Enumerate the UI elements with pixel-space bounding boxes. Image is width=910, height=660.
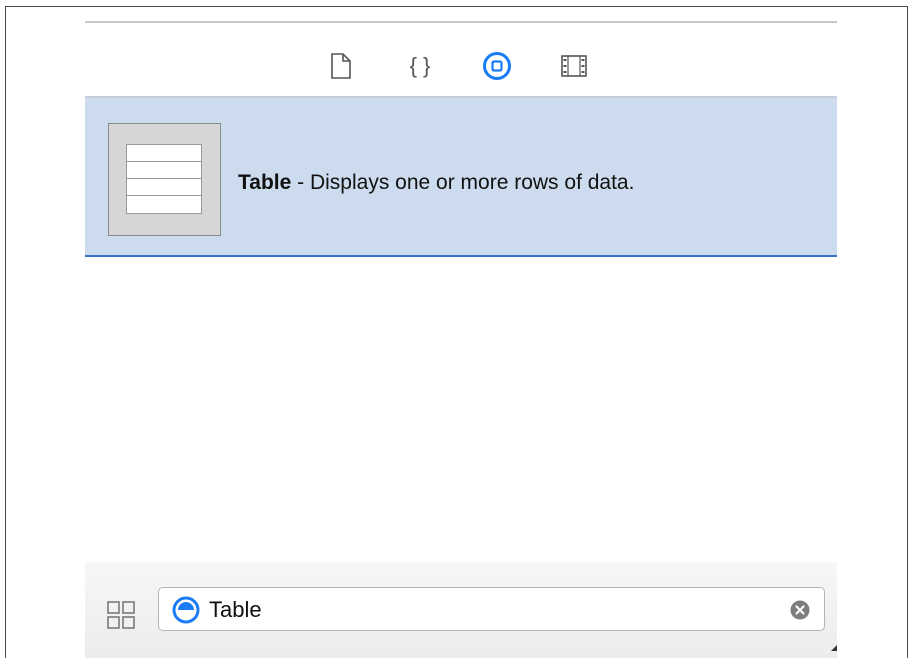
table-preview [126,144,202,214]
library-item-table[interactable]: Table - Displays one or more rows of dat… [85,96,837,257]
library-filter-input[interactable] [209,596,769,624]
description-separator: - [291,171,310,194]
object-library-icon [482,51,512,81]
top-separator [85,21,837,23]
braces-icon: { } [406,52,434,80]
tab-media-library[interactable] [559,51,589,81]
tab-code-snippet-library[interactable]: { } [405,51,435,81]
library-selector-bar: { } [85,43,837,85]
table-thumbnail-icon [108,123,221,236]
tab-object-library[interactable] [482,51,512,81]
library-item-summary: Displays one or more rows of data. [309,171,635,194]
object-filter-icon [172,596,200,624]
filter-bar [85,562,837,658]
film-strip-icon [560,54,588,78]
svg-text:{ }: { } [410,53,431,78]
document-icon [330,53,352,79]
library-filter-field[interactable] [158,587,825,631]
clear-icon[interactable] [790,600,810,620]
tab-file-template-library[interactable] [326,51,356,81]
grid-view-icon[interactable] [105,599,137,631]
library-item-description: Table - Displays one or more rows of dat… [238,171,634,195]
library-item-title: Table [238,171,292,194]
